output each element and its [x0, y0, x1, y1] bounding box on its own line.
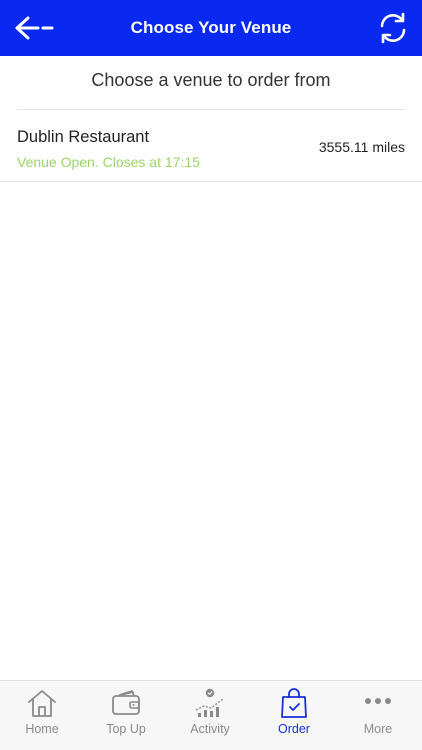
back-button[interactable] — [14, 10, 60, 46]
refresh-icon — [380, 12, 406, 44]
arrow-left-icon — [15, 16, 54, 40]
page-title: Choose Your Venue — [130, 18, 292, 37]
shopping-bag-icon — [281, 688, 307, 718]
home-icon — [28, 690, 56, 717]
more-dots-icon — [365, 698, 391, 704]
venue-list-item[interactable]: Dublin Restaurant Venue Open. Closes at … — [0, 111, 422, 181]
tab-more-label: More — [363, 722, 393, 736]
activity-chart-icon — [195, 688, 224, 717]
tab-home[interactable]: Home — [0, 681, 84, 750]
wallet-icon — [112, 690, 140, 715]
tab-more[interactable]: More — [336, 681, 420, 750]
header-bar: Choose Your Venue — [0, 0, 422, 56]
venue-row-divider — [0, 181, 422, 182]
tab-activity-label: Activity — [190, 722, 230, 736]
refresh-button[interactable] — [376, 11, 410, 45]
tab-top-up-label: Top Up — [106, 722, 146, 736]
tab-top-up[interactable]: Top Up — [84, 681, 168, 750]
tab-home-label: Home — [25, 722, 59, 736]
tab-activity[interactable]: Activity — [168, 681, 252, 750]
heading-divider — [17, 109, 405, 110]
tab-order[interactable]: Order — [252, 681, 336, 750]
venue-list-heading: Choose a venue to order from — [91, 70, 331, 90]
venue-name: Dublin Restaurant — [17, 128, 150, 146]
bottom-tab-bar: Home Top Up Activity Order More — [0, 680, 422, 750]
tab-order-label: Order — [278, 722, 310, 736]
venue-distance: 3555.11 miles — [318, 139, 405, 155]
venue-status: Venue Open. Closes at 17:15 — [17, 154, 200, 170]
